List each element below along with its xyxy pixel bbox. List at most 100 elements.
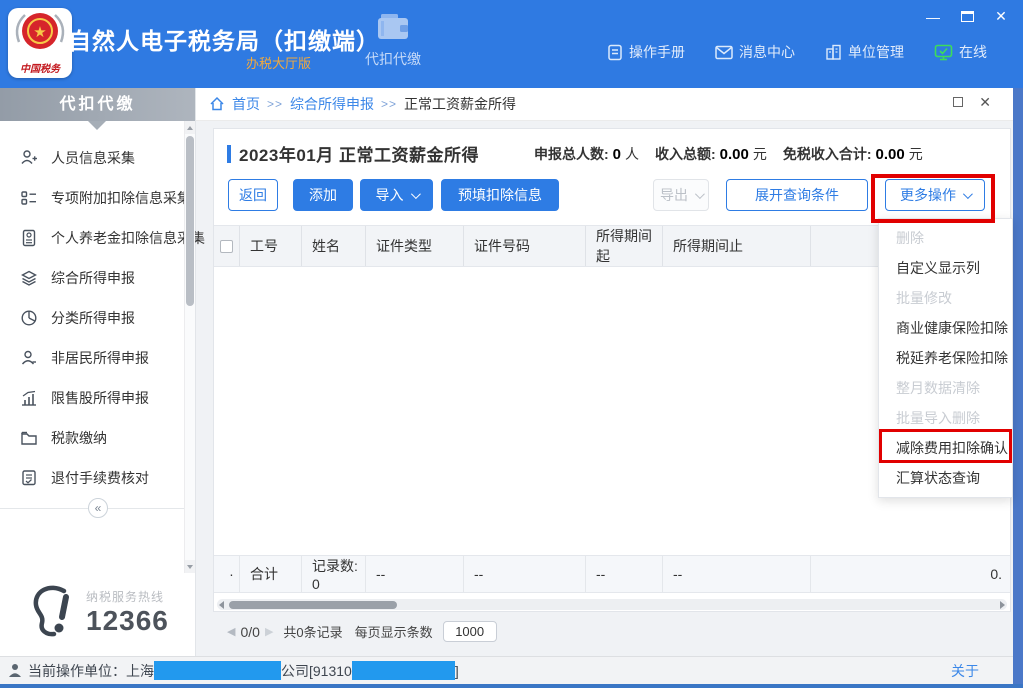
arrow-up-icon	[187, 126, 193, 130]
online-monitor-icon	[934, 44, 953, 61]
sidebar-item-label: 税款缴纳	[51, 428, 107, 448]
layers-icon	[20, 269, 38, 287]
sidebar: 代扣代缴 人员信息采集 专项附加扣除信息采集	[0, 88, 196, 656]
close-button[interactable]: ✕	[993, 8, 1009, 25]
sidebar-item-label: 个人养老金扣除信息采集	[51, 228, 205, 248]
stat-value: 0.00	[876, 146, 905, 163]
scroll-left-arrow-icon[interactable]	[219, 601, 224, 609]
main-vertical-scrollbar[interactable]	[1013, 88, 1023, 688]
column-header: 姓名	[302, 226, 366, 266]
summary-cell-record-count: 记录数: 0	[302, 556, 366, 592]
more-actions-button[interactable]: 更多操作	[885, 179, 985, 211]
export-label: 导出	[660, 185, 688, 205]
pagination: ◀ 0/0 ▶ 共0条记录 每页显示条数	[227, 621, 497, 642]
stat-total-people: 申报总人数: 0 人	[534, 144, 639, 164]
sidebar-item-tax-payment[interactable]: 税款缴纳	[0, 418, 184, 458]
online-status[interactable]: 在线	[934, 42, 987, 62]
breadcrumb-separator: >>	[381, 97, 397, 111]
stats-row: 申报总人数: 0 人 收入总额: 0.00 元 免税收入合计: 0.00 元	[534, 144, 923, 164]
tab-withholding[interactable]: 代扣代缴	[348, 12, 438, 78]
menu-unit-management[interactable]: 单位管理	[825, 42, 904, 62]
svg-text:★: ★	[33, 24, 46, 41]
sidebar-scroll-thumb[interactable]	[186, 136, 194, 306]
restore-button[interactable]	[959, 9, 975, 25]
column-header: 所得期间止	[663, 226, 811, 266]
redaction-block	[154, 661, 281, 680]
app-window: ★ 中国税务 自然人电子税务局（扣缴端） 办税大厅版 代扣代缴 操作手	[0, 0, 1023, 688]
menu-item-month-data-clear: 整月数据清除	[879, 373, 1012, 403]
sidebar-collapse-button[interactable]: «	[88, 498, 108, 518]
sidebar-item-label: 分类所得申报	[51, 308, 135, 328]
building-icon	[825, 44, 842, 60]
horizontal-scroll-thumb[interactable]	[229, 601, 397, 609]
sidebar-item-nonresident-income[interactable]: 非居民所得申报	[0, 338, 184, 378]
sidebar-item-label: 退付手续费核对	[51, 468, 149, 488]
checklist-icon	[20, 189, 38, 207]
prefill-deduction-button[interactable]: 预填扣除信息	[441, 179, 559, 211]
title-accent-bar	[227, 145, 231, 163]
more-actions-label: 更多操作	[900, 185, 956, 205]
sidebar-item-pension-deduction[interactable]: 个人养老金扣除信息采集	[0, 218, 184, 258]
arrow-down-icon	[187, 565, 193, 569]
per-page-input[interactable]	[443, 621, 497, 642]
column-header: 证件号码	[464, 226, 586, 266]
menu-manual-label: 操作手册	[629, 42, 685, 62]
menu-item-health-insurance-deduction[interactable]: 商业健康保险扣除	[879, 313, 1012, 343]
window-bottom-border	[0, 684, 1023, 688]
menu-unit-label: 单位管理	[848, 42, 904, 62]
sidebar-item-comprehensive-income[interactable]: 综合所得申报	[0, 258, 184, 298]
menu-item-deduction-fee-confirm[interactable]: 减除费用扣除确认	[879, 433, 1012, 463]
sidebar-item-special-deduction[interactable]: 专项附加扣除信息采集	[0, 178, 184, 218]
sidebar-item-refund-fee-check[interactable]: 退付手续费核对	[0, 458, 184, 498]
expand-query-button[interactable]: 展开查询条件	[726, 179, 868, 211]
envelope-icon	[715, 45, 733, 60]
minimize-button[interactable]: —	[925, 9, 941, 25]
menu-item-deferred-pension-deduction[interactable]: 税延养老保险扣除	[879, 343, 1012, 373]
document-icon	[607, 44, 623, 61]
summary-cell: --	[586, 556, 663, 592]
back-button[interactable]: 返回	[228, 179, 278, 211]
chevron-down-icon	[410, 189, 420, 199]
hotline-block: 纳税服务热线 12366	[26, 583, 169, 641]
tax-bureau-logo: ★ 中国税务	[8, 8, 72, 78]
home-icon	[209, 96, 225, 112]
menu-item-settlement-status-query[interactable]: 汇算状态查询	[879, 463, 1012, 493]
per-page-label: 每页显示条数	[355, 622, 433, 641]
sidebar-item-personnel-info[interactable]: 人员信息采集	[0, 138, 184, 178]
breadcrumb-home[interactable]: 首页	[232, 94, 260, 114]
import-button[interactable]: 导入	[360, 179, 433, 211]
breadcrumb-current: 正常工资薪金所得	[404, 94, 516, 114]
status-bar: 当前操作单位： 上海 公司[91310 ] 关于	[0, 656, 1023, 684]
app-header: ★ 中国税务 自然人电子税务局（扣缴端） 办税大厅版 代扣代缴 操作手	[0, 0, 1023, 88]
prev-page-icon[interactable]: ◀	[227, 625, 235, 638]
about-link[interactable]: 关于	[951, 661, 979, 681]
more-actions-dropdown: 删除 自定义显示列 批量修改 商业健康保险扣除 税延养老保险扣除 整月数据清除 …	[878, 218, 1013, 498]
sidebar-scroll-down[interactable]	[185, 560, 195, 573]
add-button[interactable]: 添加	[293, 179, 353, 211]
column-header: 证件类型	[366, 226, 464, 266]
next-page-icon[interactable]: ▶	[265, 625, 273, 638]
stat-value: 0	[613, 146, 621, 163]
menu-messages[interactable]: 消息中心	[715, 42, 795, 62]
select-all-checkbox[interactable]	[220, 240, 233, 253]
page-restore-button[interactable]	[953, 97, 963, 107]
sidebar-scroll-up[interactable]	[185, 121, 195, 134]
unit-mid: 公司[91310	[281, 661, 352, 681]
menu-manual[interactable]: 操作手册	[607, 42, 685, 62]
menu-item-delete: 删除	[879, 223, 1012, 253]
total-records: 共0条记录	[283, 622, 342, 641]
hotline-label: 纳税服务热线	[86, 588, 169, 605]
summary-cell-amount: 0.	[811, 556, 1010, 592]
page-window-controls: ✕	[953, 97, 991, 107]
bar-chart-icon	[20, 389, 38, 407]
scroll-right-arrow-icon[interactable]	[1000, 601, 1005, 609]
sidebar-item-classified-income[interactable]: 分类所得申报	[0, 298, 184, 338]
sidebar-item-restricted-stock[interactable]: 限售股所得申报	[0, 378, 184, 418]
page-close-button[interactable]: ✕	[979, 97, 991, 107]
toolbar: 返回 添加 导入 预填扣除信息 导出 展开查询条件 更多操作	[214, 179, 1010, 213]
breadcrumb-section[interactable]: 综合所得申报	[290, 94, 374, 114]
sidebar-menu: 人员信息采集 专项附加扣除信息采集 个人养老金扣除信息采集	[0, 138, 184, 498]
stat-value: 0.00	[720, 146, 749, 163]
national-emblem-icon: ★	[11, 8, 69, 58]
menu-item-customize-columns[interactable]: 自定义显示列	[879, 253, 1012, 283]
